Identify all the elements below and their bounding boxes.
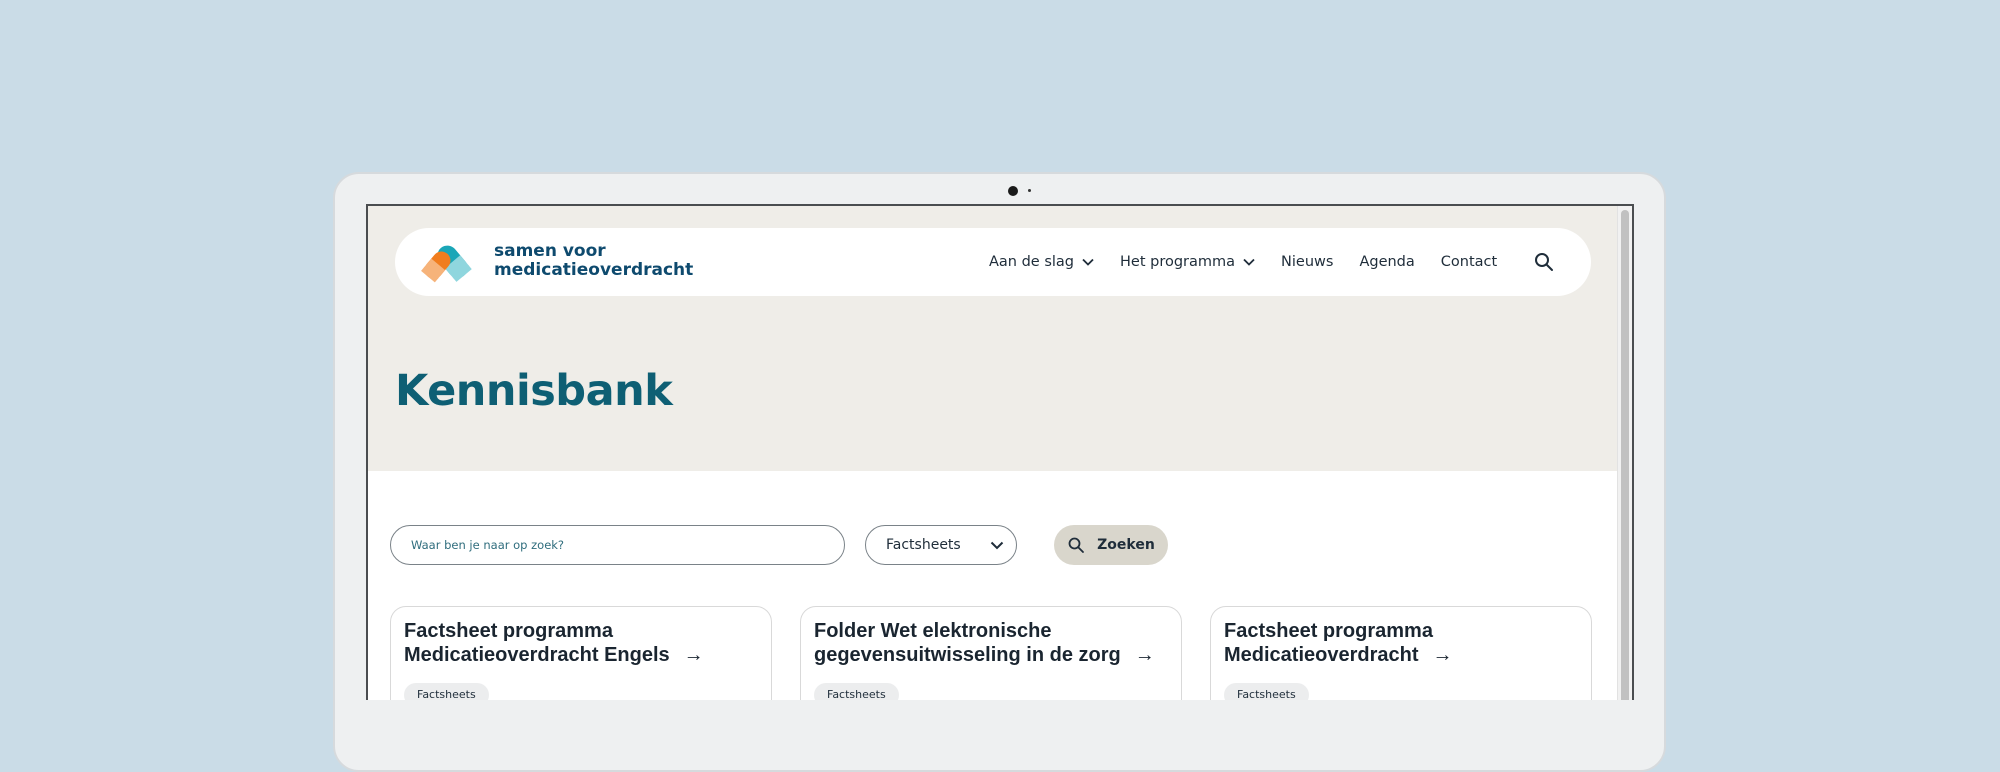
search-button-label: Zoeken (1097, 537, 1155, 553)
category-badge: Factsheets (814, 683, 899, 700)
arrow-right-icon: → (683, 644, 704, 666)
nav-item-het-programma[interactable]: Het programma (1120, 254, 1255, 270)
nav-item-aan-de-slag[interactable]: Aan de slag (989, 254, 1094, 270)
search-icon (1068, 537, 1085, 553)
scrollbar-thumb[interactable] (1621, 210, 1629, 700)
category-select-value: Factsheets (886, 537, 961, 553)
nav-item-label: Agenda (1359, 254, 1415, 270)
result-card[interactable]: Factsheet programma Medicatieoverdracht →… (1210, 606, 1592, 700)
chevron-down-icon (990, 541, 1004, 549)
nav-item-contact[interactable]: Contact (1441, 254, 1497, 270)
card-title[interactable]: Folder Wet elektronische gegevensuitwiss… (814, 619, 1164, 667)
nav-item-label: Aan de slag (989, 254, 1075, 270)
browser-screen: samen voor medicatieoverdracht Aan de sl… (366, 204, 1634, 700)
card-title[interactable]: Factsheet programma Medicatieoverdracht → (1224, 619, 1574, 667)
category-badge: Factsheets (1224, 683, 1309, 700)
scrollbar[interactable] (1617, 206, 1632, 700)
camera-sensor (1028, 189, 1031, 192)
logo-line-1: samen voor (494, 241, 606, 261)
nav-item-nieuws[interactable]: Nieuws (1281, 254, 1333, 270)
arrow-right-icon: → (1432, 644, 1453, 666)
nav-item-label: Contact (1440, 254, 1498, 270)
result-card[interactable]: Folder Wet elektronische gegevensuitwiss… (800, 606, 1182, 700)
result-card[interactable]: Factsheet programma Medicatieoverdracht … (390, 606, 772, 700)
search-icon[interactable] (1533, 251, 1555, 273)
nav-item-label: Nieuws (1281, 254, 1334, 270)
logo-line-2: medicatieoverdracht (494, 260, 694, 280)
arrow-right-icon: → (1134, 644, 1155, 666)
chevron-down-icon (1243, 258, 1255, 266)
page-title: Kennisbank (395, 366, 673, 416)
camera-icon (1008, 186, 1018, 196)
nav-item-label: Het programma (1120, 254, 1236, 270)
search-input[interactable] (390, 525, 845, 565)
category-badge: Factsheets (404, 683, 489, 700)
chevron-down-icon (1082, 258, 1094, 266)
category-select[interactable]: Factsheets (865, 525, 1017, 565)
search-button[interactable]: Zoeken (1054, 525, 1168, 565)
logo-wordmark[interactable]: samen voor medicatieoverdracht (494, 242, 693, 280)
nav-item-agenda[interactable]: Agenda (1359, 254, 1414, 270)
card-title[interactable]: Factsheet programma Medicatieoverdracht … (404, 619, 754, 667)
logo-icon[interactable] (421, 239, 481, 285)
site-header: samen voor medicatieoverdracht Aan de sl… (395, 228, 1591, 296)
main-navigation: Aan de slag Het programma Nieuws Agenda … (989, 228, 1523, 296)
